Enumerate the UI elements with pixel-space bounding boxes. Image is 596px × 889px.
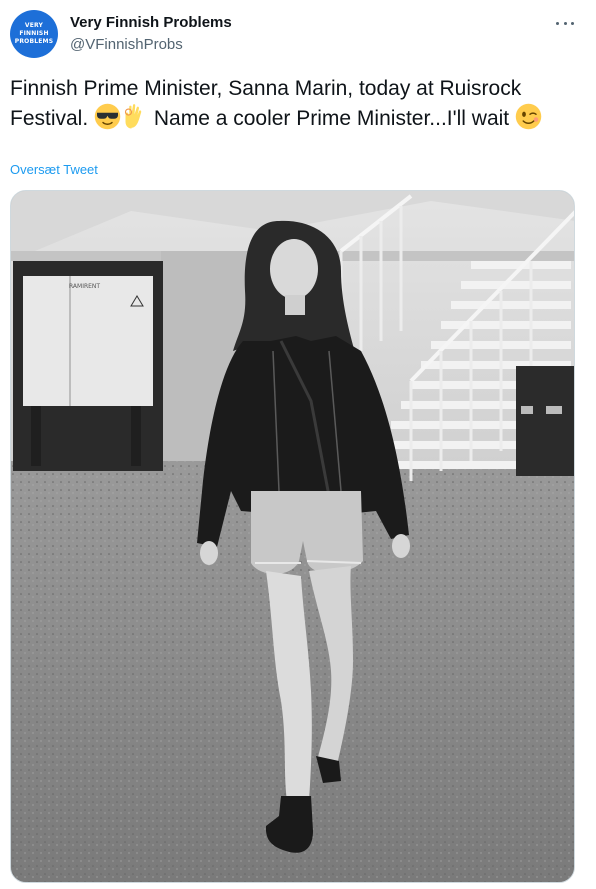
tweet-photo[interactable]: RAMIRENT — [10, 190, 575, 883]
display-name[interactable]: Very Finnish Problems — [70, 14, 232, 31]
ok-hand-emoji-icon — [121, 103, 148, 130]
more-options-icon[interactable] — [556, 14, 574, 32]
tweet-text: Finnish Prime Minister, Sanna Marin, tod… — [10, 74, 580, 133]
tweet-text-part: Name a cooler Prime Minister...I'll wait — [148, 107, 515, 130]
user-handle[interactable]: @VFinnishProbs — [70, 36, 183, 53]
avatar[interactable]: VERY FINNISH PROBLEMS — [10, 10, 58, 58]
translate-tweet-link[interactable]: Oversæt Tweet — [10, 162, 98, 177]
avatar-text-line: FINNISH — [19, 30, 49, 37]
avatar-text-line: VERY — [24, 22, 44, 29]
cabinet-sign-text: RAMIRENT — [69, 283, 100, 290]
winking-face-emoji-icon — [515, 103, 542, 130]
sunglasses-emoji-icon — [94, 103, 121, 130]
avatar-text-line: PROBLEMS — [14, 38, 54, 45]
